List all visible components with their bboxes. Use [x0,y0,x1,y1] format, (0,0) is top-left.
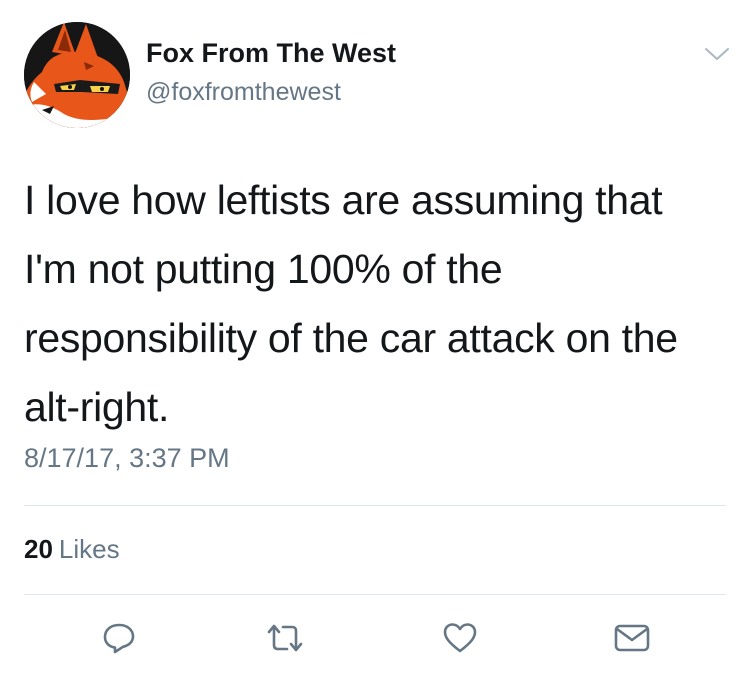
retweet-icon [267,624,303,652]
avatar[interactable] [24,22,130,128]
tweet-timestamp[interactable]: 8/17/17, 3:37 PM [24,443,230,474]
like-button[interactable] [436,614,484,662]
divider [24,594,726,595]
tweet-text-line: I love how leftists are assuming that [24,177,663,223]
direct-message-button[interactable] [608,614,656,662]
likes-count: 20 [24,534,53,564]
display-name[interactable]: Fox From The West [146,38,396,69]
chevron-down-icon[interactable] [703,44,731,64]
envelope-icon [614,624,650,652]
reply-button[interactable] [95,614,143,662]
tweet-text-line: responsibility of the car attack on the [24,315,678,361]
divider [24,505,726,506]
likes-label: Likes [58,534,120,564]
tweet-text-line: I'm not putting 100% of the [24,246,503,292]
heart-icon [443,623,477,653]
tweet-text: I love how leftists are assuming that I'… [24,166,724,442]
likes-stat[interactable]: 20 Likes [24,534,120,565]
user-handle[interactable]: @foxfromthewest [146,78,341,107]
fox-avatar-image [24,22,130,128]
reply-icon [103,623,135,654]
tweet-text-line: alt-right. [24,384,170,430]
retweet-button[interactable] [261,614,309,662]
